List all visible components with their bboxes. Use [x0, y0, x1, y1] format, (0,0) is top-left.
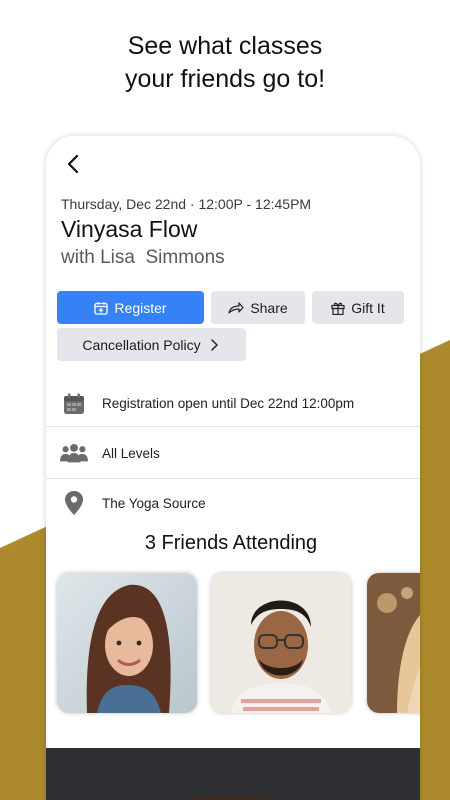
class-datetime: Thursday, Dec 22nd · 12:00P - 12:45PM	[61, 196, 312, 212]
gift-button[interactable]: Gift It	[312, 291, 404, 324]
chevron-left-icon	[67, 154, 79, 174]
registration-row: Registration open until Dec 22nd 12:00pm	[46, 381, 420, 427]
gift-label: Gift It	[351, 299, 385, 316]
share-label: Share	[250, 299, 288, 316]
chevron-right-icon	[210, 338, 218, 351]
register-button[interactable]: Register	[57, 291, 204, 324]
calendar-plus-icon	[94, 301, 109, 315]
friend-card[interactable]	[211, 573, 351, 713]
friend-photo-woman-blonde	[367, 573, 420, 713]
friend-card[interactable]	[57, 573, 197, 713]
friend-photo-man-glasses	[211, 573, 351, 713]
photo-preview-icon	[46, 748, 420, 800]
share-arrow-icon	[228, 301, 244, 314]
level-text: All Levels	[102, 445, 160, 461]
location-row[interactable]: The Yoga Source	[46, 480, 420, 526]
location-text: The Yoga Source	[102, 495, 206, 511]
featured-photo	[46, 748, 420, 800]
friends-heading: 3 Friends Attending	[144, 532, 318, 554]
back-button[interactable]	[62, 152, 86, 176]
promo-headline: See what classes your friends go to!	[124, 32, 326, 93]
level-row: All Levels	[46, 428, 420, 479]
friend-card[interactable]	[367, 573, 420, 713]
people-icon	[60, 439, 88, 467]
gift-icon	[331, 302, 345, 315]
class-title: Vinyasa Flow	[61, 216, 198, 242]
phone-screen: Thursday, Dec 22nd · 12:00P - 12:45PM Vi…	[46, 136, 420, 800]
map-pin-icon	[60, 489, 88, 517]
policy-label: Cancellation Policy	[82, 336, 201, 353]
class-instructor: with Lisa Simmons	[61, 247, 225, 268]
share-button[interactable]: Share	[211, 291, 305, 324]
calendar-icon	[60, 390, 88, 418]
cancellation-policy-button[interactable]: Cancellation Policy	[57, 328, 246, 361]
friend-photo-woman-brown-hair	[57, 573, 197, 713]
register-label: Register	[114, 299, 167, 316]
registration-text: Registration open until Dec 22nd 12:00pm	[102, 396, 355, 411]
